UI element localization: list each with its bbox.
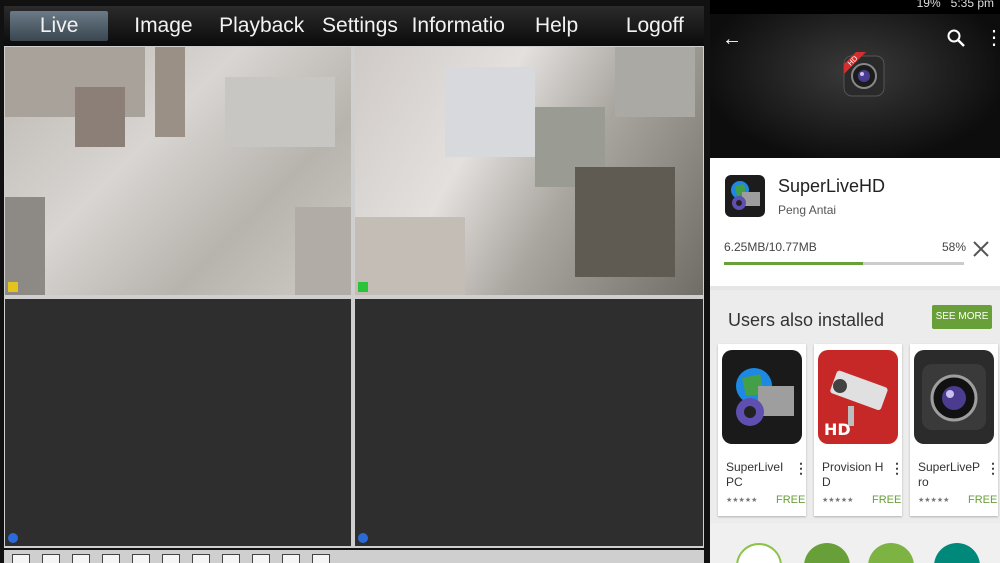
camera-grid (4, 46, 704, 548)
users-also-installed-section: Users also installed SEE MORE SuperLiveI… (710, 290, 1000, 523)
more-vert-icon[interactable]: ⋮ (984, 28, 1000, 48)
rating-stars: ★★★★★ (726, 497, 758, 504)
app-header: ← ⋮ HD (710, 14, 1000, 158)
close-icon[interactable] (972, 240, 990, 258)
app-hero-icon: HD (843, 52, 885, 97)
app-icon (725, 175, 765, 217)
camera-status-indicator (8, 282, 18, 292)
category-circle-icon[interactable] (934, 543, 980, 563)
camera-status-indicator (358, 533, 368, 543)
more-vert-icon[interactable]: ⋮ (794, 460, 808, 477)
app-tile-superlivepro[interactable]: SuperLivePro ⋮ ★★★★★ FREE (910, 344, 1000, 516)
settings-icon[interactable] (312, 554, 330, 563)
tab-live[interactable]: Live (10, 11, 109, 41)
app-thumbnail (722, 350, 802, 444)
category-icons-row (710, 523, 1000, 563)
lens-icon (922, 364, 986, 430)
phone-screen: 19% 5:35 pm ← ⋮ HD SuperLiveHD Peng Anta… (710, 0, 1000, 563)
talk-icon[interactable] (282, 554, 300, 563)
cctv-camera-icon: HD (822, 370, 888, 439)
camera-status-indicator (8, 533, 18, 543)
more-vert-icon[interactable]: ⋮ (890, 460, 904, 477)
fullscreen-icon[interactable] (132, 554, 150, 563)
battery-level: 19% (916, 0, 941, 10)
clock: 5:35 pm (950, 0, 994, 10)
arrow-left-icon[interactable]: ← (722, 28, 742, 51)
download-progress-bar (724, 262, 964, 265)
app-price: FREE (776, 494, 806, 506)
app-price: FREE (968, 494, 998, 506)
section-title: Users also installed (728, 310, 885, 330)
app-developer[interactable]: Peng Antai (778, 203, 836, 217)
app-price: FREE (872, 494, 902, 506)
app-tile-superliveipc[interactable]: SuperLiveIPC ⋮ ★★★★★ FREE (718, 344, 808, 516)
camera-status-indicator (358, 282, 368, 292)
camera-app-icon (736, 368, 794, 426)
see-more-button[interactable]: SEE MORE (932, 305, 992, 329)
app-thumbnail (914, 350, 994, 444)
rating-stars: ★★★★★ (822, 497, 854, 504)
more-vert-icon[interactable]: ⋮ (986, 460, 1000, 477)
keyboard-icon[interactable] (162, 554, 180, 563)
dvr-toolbar (4, 550, 704, 563)
download-size: 6.25MB/10.77MB (724, 240, 817, 254)
download-progress-fill (724, 262, 864, 265)
tab-information[interactable]: Informatio (409, 11, 507, 41)
tab-image[interactable]: Image (114, 11, 212, 41)
app-tile-provision-hd[interactable]: HD Provision HD ⋮ ★★★★★ FREE (814, 344, 904, 516)
category-circle-icon[interactable] (736, 543, 782, 563)
app-info-card: SuperLiveHD Peng Antai 6.25MB/10.77MB 58… (710, 158, 1000, 286)
app-thumbnail: HD (818, 350, 898, 444)
app-tile-name: SuperLivePro (918, 460, 981, 489)
dvr-nav-bar: Live Image Playback Settings Informatio … (4, 6, 704, 46)
status-bar: 19% 5:35 pm (710, 0, 1000, 14)
record-icon[interactable] (192, 554, 210, 563)
download-percent: 58% (942, 240, 967, 254)
tab-playback[interactable]: Playback (213, 11, 311, 41)
tab-settings[interactable]: Settings (311, 11, 409, 41)
category-badge-icon[interactable] (804, 543, 850, 563)
hd-badge: HD (824, 420, 851, 439)
layout-9-icon[interactable] (72, 554, 90, 563)
app-tile-name: Provision HD (822, 460, 884, 489)
layout-4-icon[interactable] (42, 554, 60, 563)
app-tile-name: SuperLiveIPC (726, 460, 784, 489)
snapshot-icon[interactable] (222, 554, 240, 563)
rating-stars: ★★★★★ (918, 497, 950, 504)
search-icon[interactable] (946, 28, 966, 48)
dvr-client: Live Image Playback Settings Informatio … (0, 0, 710, 563)
tab-help[interactable]: Help (507, 11, 605, 41)
layout-1-icon[interactable] (12, 554, 30, 563)
layout-16-icon[interactable] (102, 554, 120, 563)
audio-icon[interactable] (252, 554, 270, 563)
camera-view-4[interactable] (355, 299, 703, 546)
camera-view-1[interactable] (5, 47, 351, 295)
category-circle-icon[interactable] (868, 543, 914, 563)
camera-view-2[interactable] (355, 47, 703, 295)
tab-logoff[interactable]: Logoff (606, 11, 704, 41)
app-name: SuperLiveHD (778, 176, 886, 196)
camera-view-3[interactable] (5, 299, 351, 546)
